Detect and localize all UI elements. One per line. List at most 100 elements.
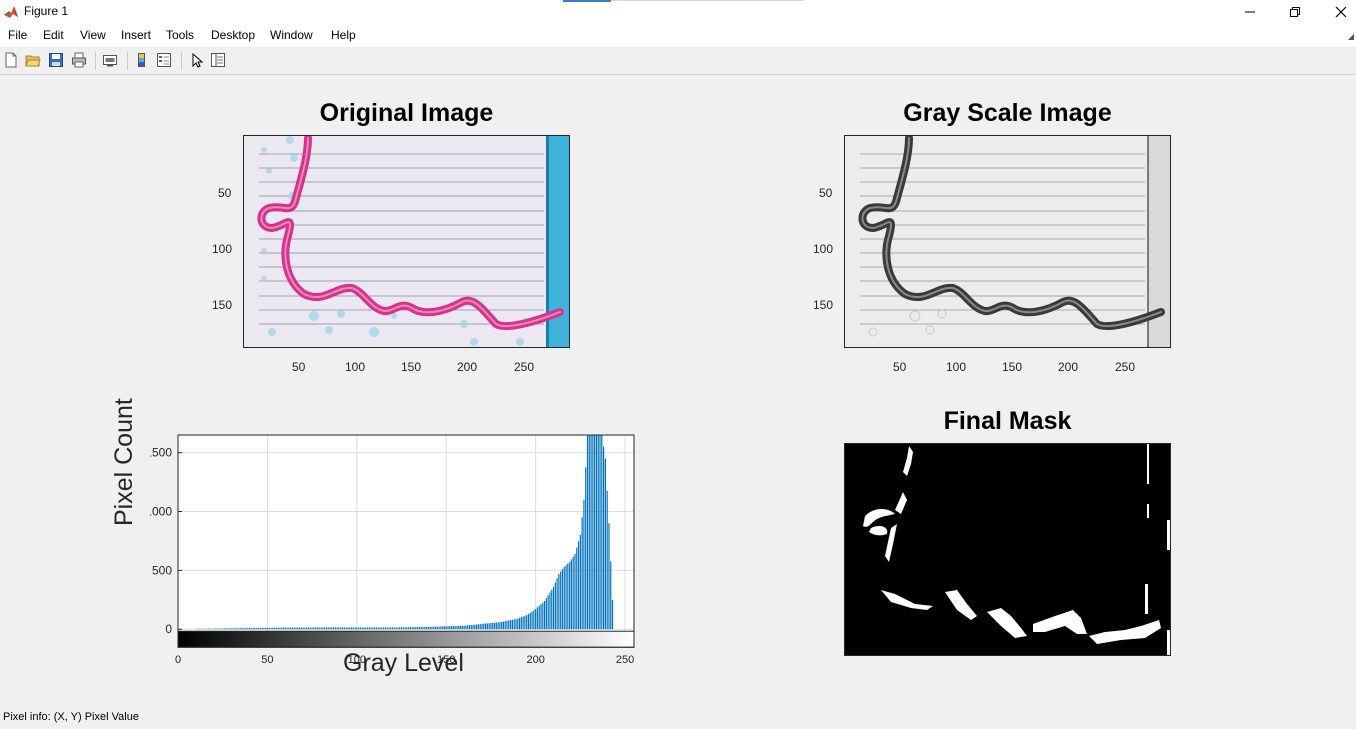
menu-help[interactable]: Help [331,28,356,42]
histogram-bar [381,627,383,630]
histogram-bar [209,628,211,630]
histogram-bar [256,627,258,630]
histogram-bar [588,435,590,630]
histogram-bar [390,627,392,630]
edit-plot-button[interactable] [188,52,206,70]
histogram-bar [561,569,564,630]
histogram-bar [234,628,236,630]
property-inspector-button[interactable] [210,52,228,70]
histogram-bar [454,625,456,630]
link-plot-button[interactable] [102,52,120,70]
histogram-bar [558,573,560,630]
menu-edit[interactable]: Edit [43,28,64,42]
histogram-bar [610,561,612,630]
histogram-bar [404,627,406,630]
histogram-bar [408,627,410,630]
histogram-bar [585,467,587,630]
histogram-xlabel: Gray Level [343,649,464,677]
final-mask-axes[interactable] [844,443,1171,656]
tick-label-x: 200 [526,654,544,666]
open-file-button[interactable] [25,52,43,70]
edit-plot-icon [192,52,204,68]
taskbar-indicator [611,0,804,1]
insert-colorbar-icon [138,53,145,67]
menu-file[interactable]: File [8,28,27,42]
histogram-bar [250,628,252,630]
close-button[interactable] [1318,0,1356,24]
histogram-bar [288,627,290,630]
histogram-bar [336,627,338,630]
histogram-bar [356,627,358,630]
histogram-bar [295,627,297,630]
histogram-bar [560,571,562,630]
histogram-bar [583,499,585,630]
tick-label-x: 100 [946,360,967,374]
original-image-title: Original Image [319,99,494,127]
histogram-bar [239,628,242,630]
menu-insert[interactable]: Insert [121,28,151,42]
histogram-bar [502,621,505,630]
histogram-bar [474,624,476,630]
tick-label-y: 100 [813,242,834,256]
histogram-bar [592,435,594,630]
insert-legend-button[interactable] [156,52,174,70]
menu-window[interactable]: Window [270,28,313,42]
tick-label-x: 50 [893,360,907,374]
histogram-chart[interactable]: 050010001500050100150200250 [150,431,650,681]
figure-toolbar [0,47,1356,75]
histogram-bar [511,619,513,630]
histogram-bar [536,607,539,630]
histogram-bar [299,627,301,630]
histogram-bar [531,611,533,630]
gray-image-axes[interactable] [844,135,1171,348]
histogram-bar [307,627,310,630]
print-button[interactable] [71,52,89,70]
tick-label-x: 250 [1115,360,1136,374]
histogram-bar [543,600,546,630]
maximize-button[interactable] [1272,0,1318,24]
menu-view[interactable]: View [80,28,106,42]
histogram-bar [350,627,353,630]
histogram-bar [586,435,589,630]
new-figure-icon [5,52,17,68]
histogram-bar [275,627,277,630]
tick-label-y: 150 [813,298,834,312]
histogram-bar [486,623,488,630]
histogram-bar [467,625,469,630]
histogram-bar [413,627,415,630]
histogram-bar [265,627,267,630]
original-image-axes[interactable] [243,135,570,348]
save-button[interactable] [48,52,66,70]
histogram-bar [375,627,378,630]
minimize-button[interactable] [1227,0,1273,24]
histogram-bar [259,627,261,630]
histogram-bar [431,626,433,630]
histogram-bar [211,628,213,630]
histogram-bar [340,627,342,630]
tick-label-y: 1500 [150,446,172,460]
histogram-bar [322,627,324,630]
histogram-bar [406,627,408,630]
new-figure-button[interactable] [3,52,21,70]
histogram-bar [231,628,233,630]
insert-colorbar-button[interactable] [133,52,151,70]
histogram-bar [488,623,490,630]
menu-expand-icon[interactable]: ◢ [1348,32,1354,41]
histogram-bar [434,626,437,630]
histogram-bar [461,625,463,630]
histogram-bar [533,610,535,630]
menu-desktop[interactable]: Desktop [211,28,255,42]
gray-image-title: Gray Scale Image [903,99,1112,127]
histogram-bar [302,627,304,630]
histogram-bar [315,627,317,630]
histogram-bar [499,622,501,630]
histogram-bar [465,625,467,630]
histogram-bar [459,625,462,630]
histogram-bar [438,626,440,630]
menu-tools[interactable]: Tools [166,28,194,42]
save-icon [49,53,63,67]
histogram-bar [415,627,417,630]
histogram-bar [282,627,285,630]
histogram-bar [574,553,576,630]
histogram-bar [241,628,243,630]
